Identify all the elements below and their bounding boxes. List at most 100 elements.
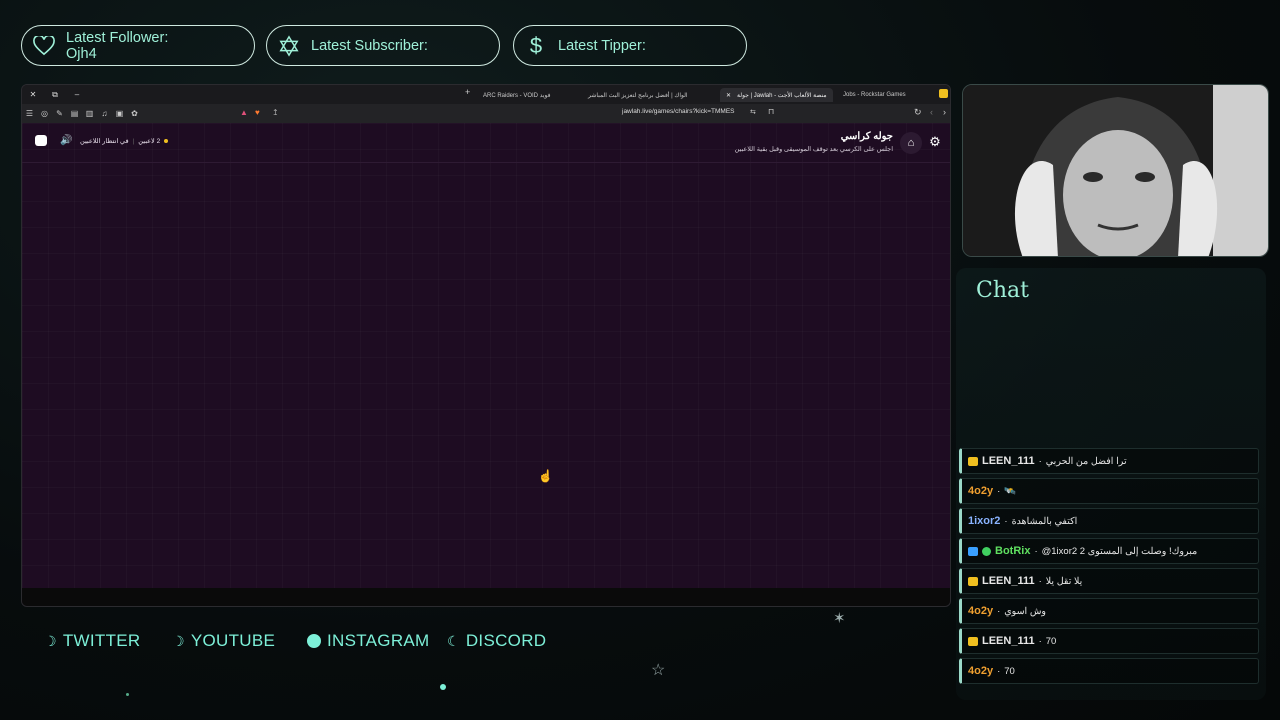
star-of-david-icon bbox=[267, 34, 311, 57]
webcam-feed bbox=[962, 84, 1269, 257]
alert-icon[interactable]: ▲ bbox=[240, 108, 248, 117]
players-status: 2 لاعبين | في انتظار اللاعبين bbox=[80, 137, 169, 145]
chat-text: وش اسوي bbox=[1004, 605, 1047, 617]
pen-icon[interactable]: ✎ bbox=[52, 109, 67, 118]
minimize-window-icon[interactable]: – bbox=[66, 90, 88, 99]
latest-tipper-pill: $ Latest Tipper: bbox=[513, 25, 747, 66]
bookmark-icon[interactable]: ⊓ bbox=[768, 107, 774, 116]
browser-toolbar: ☰ ◎ ✎ ▤ ▥ ♫ ▣ ✿ ▲ ♥ ↥ jawlah.live/games/… bbox=[22, 104, 950, 123]
tab-rockstar[interactable]: Jobs - Rockstar Games bbox=[837, 88, 912, 102]
tab-bar: ✕ ⧉ – + ARC Raiders - VOID فويد الواك | … bbox=[22, 85, 950, 104]
share-icon[interactable]: ↥ bbox=[272, 108, 279, 117]
gear-icon[interactable]: ⚙ bbox=[926, 133, 944, 151]
sidebar-icon[interactable]: ▥ bbox=[82, 109, 97, 118]
history-icon[interactable]: ▤ bbox=[67, 109, 82, 118]
verified-icon bbox=[982, 546, 991, 556]
chat-separator: · bbox=[997, 485, 1001, 497]
game-header: 🔊 2 لاعبين | في انتظار اللاعبين جوله كرا… bbox=[22, 123, 950, 163]
browser-window: ✕ ⧉ – + ARC Raiders - VOID فويد الواك | … bbox=[21, 84, 951, 607]
chat-username: 1ixor2 bbox=[968, 515, 1001, 527]
speaker-icon[interactable]: 🔊 bbox=[60, 135, 72, 146]
players-status-text: في انتظار اللاعبين bbox=[80, 138, 129, 145]
tab-alwak[interactable]: الواك | أفضل برنامج لتعزيز البث المباشر bbox=[582, 88, 694, 102]
forward-icon[interactable]: › bbox=[943, 107, 946, 117]
new-tab-icon[interactable]: + bbox=[465, 87, 470, 97]
location-icon[interactable]: ◎ bbox=[37, 109, 52, 118]
chat-separator: · bbox=[1004, 515, 1008, 527]
crown-badge-icon bbox=[968, 456, 978, 466]
chat-text: اكتفي بالمشاهدة bbox=[1011, 515, 1078, 527]
latest-tipper-label: Latest Tipper: bbox=[558, 37, 646, 54]
chat-username: LEEN_111 bbox=[982, 635, 1035, 647]
chat-message: 1ixor2 · اكتفي بالمشاهدة bbox=[959, 508, 1259, 534]
chat-text: ترا افضل من الحربي bbox=[1045, 455, 1127, 467]
camera-icon[interactable]: ▣ bbox=[112, 109, 127, 118]
translate-icon[interactable]: ⇆ bbox=[750, 108, 756, 116]
chat-message: LEEN_111 · ترا افضل من الحربي bbox=[959, 448, 1259, 474]
url-bar[interactable]: jawlah.live/games/chairs?kick=TMMES bbox=[622, 108, 735, 115]
close-tab-icon[interactable]: ✕ bbox=[726, 92, 731, 99]
bot-badge-icon bbox=[968, 546, 978, 556]
chat-message: 4o2y · 70 bbox=[959, 658, 1259, 684]
social-discord[interactable]: ☾ DISCORD bbox=[447, 631, 546, 651]
chat-username: LEEN_111 bbox=[982, 575, 1035, 587]
tab-jawlah[interactable]: ✕ جولة | Jawlah - منصة الألعاب الأجت bbox=[720, 88, 833, 102]
back-icon[interactable]: ‹ bbox=[930, 107, 933, 117]
chat-separator: · bbox=[1038, 455, 1042, 467]
social-label: TWITTER bbox=[62, 631, 141, 650]
latest-subscriber-label: Latest Subscriber: bbox=[311, 37, 428, 54]
extension-icon[interactable] bbox=[939, 89, 948, 98]
dollar-icon: $ bbox=[529, 32, 543, 58]
close-window-icon[interactable]: ✕ bbox=[22, 90, 44, 99]
hand-cursor-icon: ☝ bbox=[538, 469, 553, 483]
social-label: DISCORD bbox=[465, 631, 547, 650]
chat-bubble-icon[interactable] bbox=[35, 135, 47, 146]
star-outline-icon: ☆ bbox=[651, 662, 666, 679]
chat-text: 🛰️ bbox=[1004, 485, 1017, 497]
chat-username: BotRix bbox=[995, 545, 1031, 557]
social-youtube[interactable]: ☽ YOUTUBE bbox=[172, 631, 275, 651]
game-subtitle: اجلس على الكرسي بعد توقف الموسيقى وقبل ب… bbox=[734, 146, 893, 153]
social-twitter[interactable]: ☽ TWITTER bbox=[44, 631, 141, 651]
chat-title: Chat bbox=[976, 278, 1029, 303]
chat-text: @1ixor2 مبروك! وصلت إلى المستوى 2 bbox=[1041, 545, 1198, 557]
moon-icon: ☽ bbox=[44, 632, 57, 649]
settings-small-icon[interactable]: ✿ bbox=[127, 109, 142, 118]
chat-message: LEEN_111 · يلا تقل يلا bbox=[959, 568, 1259, 594]
chat-message: LEEN_111 · 70 bbox=[959, 628, 1259, 654]
chat-separator: · bbox=[1038, 575, 1042, 587]
tab-label: الواك | أفضل برنامج لتعزيز البث المباشر bbox=[588, 92, 688, 99]
chat-separator: · bbox=[1038, 635, 1042, 647]
social-label: YOUTUBE bbox=[190, 631, 276, 650]
status-dot bbox=[164, 139, 169, 143]
chat-username: 4o2y bbox=[968, 605, 994, 617]
chat-username: LEEN_111 bbox=[982, 455, 1035, 467]
chat-separator: · bbox=[997, 665, 1001, 677]
reload-icon[interactable]: ↻ bbox=[914, 107, 922, 118]
tab-label: Jobs - Rockstar Games bbox=[843, 92, 906, 98]
moon-icon: ☽ bbox=[172, 632, 185, 649]
chat-message: BotRix · @1ixor2 مبروك! وصلت إلى المستوى 2 bbox=[959, 538, 1259, 564]
home-icon[interactable]: ⌂ bbox=[900, 132, 922, 154]
social-instagram[interactable]: INSTAGRAM bbox=[307, 631, 430, 651]
chat-text: يلا تقل يلا bbox=[1045, 575, 1083, 587]
latest-follower-label: Latest Follower: bbox=[66, 29, 169, 46]
music-icon[interactable]: ♫ bbox=[97, 109, 112, 118]
tab-label: جولة | Jawlah - منصة الألعاب الأجت bbox=[737, 92, 827, 99]
crown-badge-icon bbox=[968, 576, 978, 586]
chat-separator: · bbox=[1034, 545, 1038, 557]
chat-text: 70 bbox=[1004, 665, 1015, 677]
crown-badge-icon bbox=[968, 636, 978, 646]
game-page: 🔊 2 لاعبين | في انتظار اللاعبين جوله كرا… bbox=[22, 123, 950, 588]
brave-shield-icon[interactable]: ♥ bbox=[255, 108, 260, 117]
sparkle-icon: ✶ bbox=[833, 610, 846, 627]
menu-icon[interactable]: ☰ bbox=[22, 109, 37, 118]
restore-window-icon[interactable]: ⧉ bbox=[44, 90, 66, 100]
chat-message: 4o2y · 🛰️ bbox=[959, 478, 1259, 504]
game-title: جوله كراسي bbox=[840, 131, 893, 142]
latest-subscriber-pill: Latest Subscriber: bbox=[266, 25, 500, 66]
chat-text: 70 bbox=[1045, 635, 1057, 647]
moon-left-icon: ☾ bbox=[447, 632, 460, 649]
dot-icon bbox=[440, 684, 446, 690]
tab-arc-raiders[interactable]: ARC Raiders - VOID فويد bbox=[477, 88, 556, 102]
